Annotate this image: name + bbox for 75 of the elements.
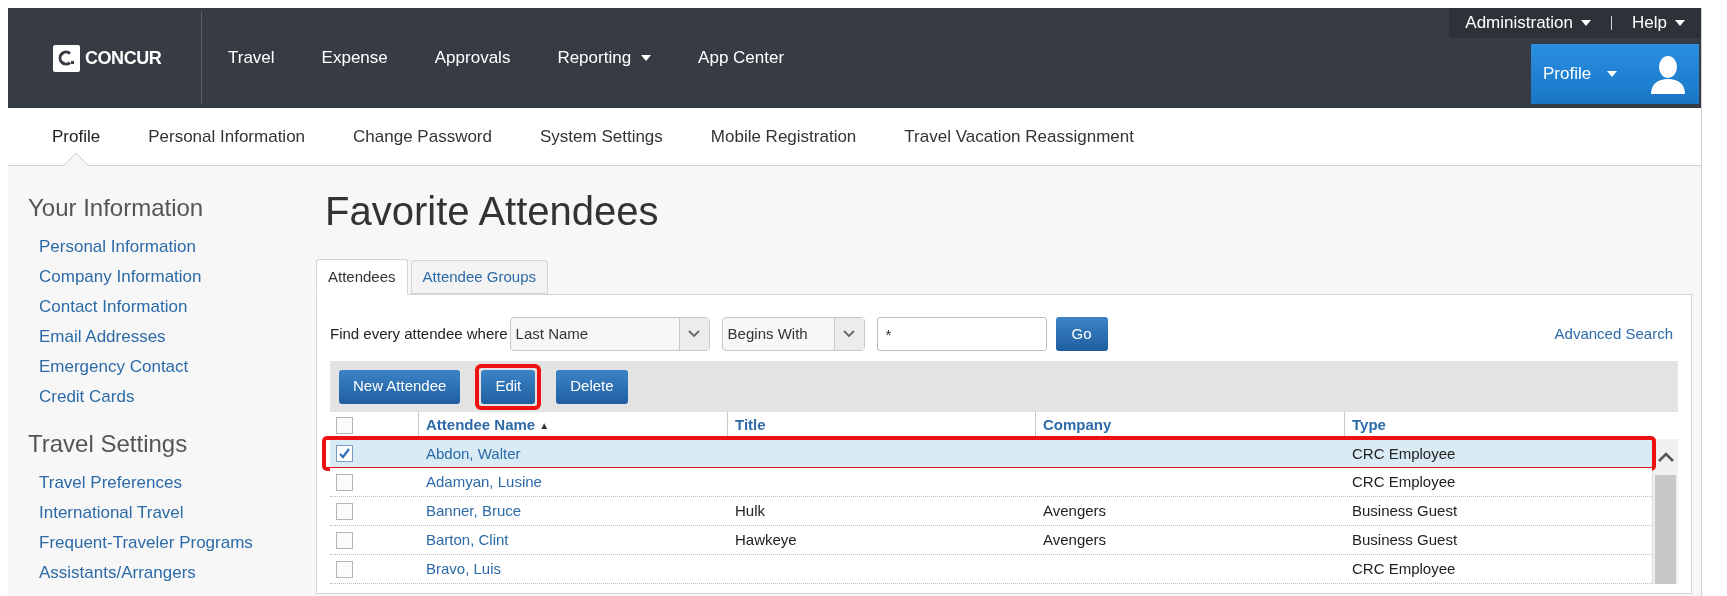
sub-nav-tab[interactable]: Profile <box>52 108 101 165</box>
type-cell: Business Guest <box>1352 531 1458 548</box>
sort-indicator: ▲ <box>539 419 550 433</box>
sidebar-link[interactable]: Travel Preferences <box>28 468 182 498</box>
type-cell: Business Guest <box>1352 502 1458 519</box>
sub-nav-tab[interactable]: Mobile Registration <box>710 108 857 165</box>
column-header[interactable]: Attendee Name ▲ <box>418 412 727 439</box>
page-title: Favorite Attendees <box>324 188 660 235</box>
column-header[interactable]: Company <box>1035 412 1344 439</box>
logo[interactable]: CONCUR <box>53 44 162 72</box>
attendee-name-link[interactable]: Bravo, Luis <box>426 560 502 577</box>
type-cell: CRC Employee <box>1352 473 1456 490</box>
nav-item[interactable]: Expense <box>321 45 388 71</box>
table-row[interactable]: Adamyan, Lusine CRC Employee <box>330 468 1652 497</box>
user-avatar-icon <box>1651 54 1685 94</box>
checkbox[interactable] <box>336 417 353 434</box>
sidebar-link[interactable]: International Travel <box>28 498 184 528</box>
tab[interactable]: Attendee Groups <box>410 260 548 294</box>
column-header[interactable]: Type <box>1344 412 1652 439</box>
toolbar-button[interactable]: New Attendee <box>339 369 461 404</box>
checkbox[interactable] <box>336 502 353 520</box>
profile-button[interactable]: Profile <box>1531 44 1699 104</box>
nav-item[interactable]: Reporting <box>557 45 652 71</box>
caret-icon <box>1581 20 1592 26</box>
toolbar-button[interactable]: Delete <box>556 369 628 404</box>
sidebar-link[interactable]: Company Information <box>28 262 202 292</box>
sidebar-link[interactable]: Email Addresses <box>28 322 166 352</box>
scroll-up-icon[interactable] <box>1657 452 1674 462</box>
nav-item[interactable]: Travel <box>228 45 275 71</box>
chevron-down-icon <box>843 330 856 338</box>
sub-nav-tab[interactable]: Travel Vacation Reassignment <box>904 108 1134 165</box>
sub-nav-tab[interactable]: System Settings <box>540 108 663 165</box>
checkbox[interactable] <box>336 473 353 491</box>
caret-icon <box>641 55 652 61</box>
sidebar-link[interactable]: Credit Cards <box>28 382 135 412</box>
field-dropdown[interactable]: Last Name <box>509 317 710 351</box>
checkbox[interactable] <box>336 560 353 578</box>
advanced-search-link[interactable]: Advanced Search <box>1554 322 1673 346</box>
chevron-down-icon <box>688 330 701 338</box>
checkbox[interactable] <box>336 531 353 549</box>
company-cell: Avengers <box>1043 531 1107 548</box>
sidebar-link[interactable]: Personal Information <box>28 232 196 262</box>
attendee-name-link[interactable]: Barton, Clint <box>426 531 509 548</box>
title-cell: Hulk <box>735 502 765 519</box>
sidebar-link[interactable]: Frequent-Traveler Programs <box>28 528 253 558</box>
type-cell: CRC Employee <box>1352 444 1456 462</box>
sidebar-link[interactable]: Contact Information <box>28 292 188 322</box>
type-cell: CRC Employee <box>1352 560 1456 577</box>
attendee-name-link[interactable]: Abdon, Walter <box>426 444 521 462</box>
search-label: Find every attendee where <box>330 323 508 344</box>
attendee-name-link[interactable]: Banner, Bruce <box>426 502 522 519</box>
utility-menu[interactable]: Administration <box>1465 10 1592 36</box>
sidebar-link[interactable]: Emergency Contact <box>28 352 189 382</box>
caret-icon <box>1607 71 1618 77</box>
utility-menu[interactable]: Help <box>1632 10 1685 36</box>
tab[interactable]: Attendees <box>316 259 408 295</box>
go-button[interactable]: Go <box>1055 317 1108 351</box>
sub-nav-tab[interactable]: Change Password <box>353 108 492 165</box>
toolbar-button[interactable]: Edit <box>481 369 536 404</box>
column-header[interactable]: Title <box>727 412 1035 439</box>
sub-nav-tab[interactable]: Personal Information <box>148 108 306 165</box>
attendee-name-link[interactable]: Adamyan, Lusine <box>426 473 542 490</box>
logo-mark-icon <box>57 49 76 67</box>
title-cell: Hawkeye <box>735 531 797 548</box>
operator-dropdown[interactable]: Begins With <box>721 317 865 351</box>
company-cell: Avengers <box>1043 502 1107 519</box>
checkbox[interactable] <box>336 445 353 462</box>
sidebar-heading: Travel Settings <box>28 429 189 459</box>
search-field[interactable]: * <box>876 317 1047 351</box>
sidebar-heading: Your Information <box>28 193 205 223</box>
scrollbar-thumb[interactable] <box>1655 475 1676 584</box>
nav-item[interactable]: Approvals <box>434 45 511 71</box>
sidebar-link[interactable]: Assistants/Arrangers <box>28 558 196 588</box>
nav-item[interactable]: App Center <box>698 45 785 71</box>
caret-icon <box>1675 20 1685 26</box>
